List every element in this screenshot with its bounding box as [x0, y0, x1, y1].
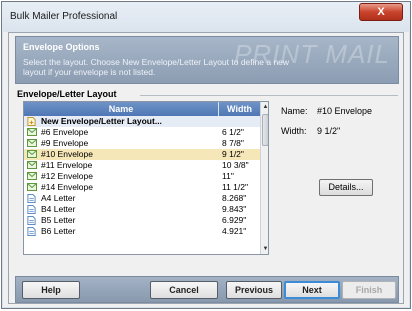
list-header: Name Width: [24, 102, 260, 116]
envelope-icon: [27, 161, 37, 169]
list-item-name: #12 Envelope: [41, 171, 93, 181]
list-item-name: New Envelope/Letter Layout...: [41, 116, 162, 126]
wizard-panel: Envelope Options Select the layout. Choo…: [8, 32, 404, 304]
list-item-width: 8.268": [222, 193, 247, 203]
scroll-up-icon[interactable]: ▲: [261, 102, 268, 112]
list-item[interactable]: New Envelope/Letter Layout...: [24, 116, 260, 127]
width-label: Width:: [281, 126, 307, 136]
previous-button[interactable]: Previous: [226, 281, 282, 299]
list-item-name: #9 Envelope: [41, 138, 89, 148]
new-layout-icon: [27, 117, 37, 126]
list-item-width: 9.843": [222, 204, 247, 214]
list-item-width: 6 1/2": [222, 127, 244, 137]
list-item[interactable]: #11 Envelope 10 3/8": [24, 160, 260, 171]
button-bar: Help Cancel Previous Next Finish: [15, 276, 399, 303]
close-button[interactable]: X: [359, 3, 403, 21]
dialog-window: Bulk Mailer Professional X Envelope Opti…: [1, 1, 411, 309]
list-item-width: 8 7/8": [222, 138, 244, 148]
list-item[interactable]: #10 Envelope 9 1/2": [24, 149, 260, 160]
help-button[interactable]: Help: [22, 281, 80, 299]
envelope-icon: [27, 183, 37, 191]
width-value: 9 1/2": [317, 126, 341, 136]
next-button[interactable]: Next: [284, 281, 340, 299]
list-item-width: 11 1/2": [222, 182, 249, 192]
list-item-name: A4 Letter: [41, 193, 76, 203]
list-item[interactable]: B5 Letter 6.929": [24, 215, 260, 226]
list-item-name: #6 Envelope: [41, 127, 89, 137]
list-item-name: B5 Letter: [41, 215, 76, 225]
letter-icon: [27, 194, 37, 203]
group-label: Envelope/Letter Layout: [17, 89, 117, 99]
brand-watermark: PRINT MAIL: [234, 39, 390, 69]
list-item[interactable]: B4 Letter 9.843": [24, 204, 260, 215]
list-item-name: #11 Envelope: [41, 160, 93, 170]
title-bar: Bulk Mailer Professional X: [2, 2, 410, 32]
letter-icon: [27, 216, 37, 225]
list-item-name: #14 Envelope: [41, 182, 93, 192]
details-button[interactable]: Details...: [319, 179, 373, 196]
column-header-name[interactable]: Name: [24, 102, 219, 116]
envelope-icon: [27, 139, 37, 147]
wizard-header: Envelope Options Select the layout. Choo…: [15, 36, 399, 84]
column-header-width[interactable]: Width: [219, 102, 260, 116]
finish-button[interactable]: Finish: [342, 281, 396, 299]
list-item[interactable]: #12 Envelope 11": [24, 171, 260, 182]
letter-icon: [27, 227, 37, 236]
list-item-name: B4 Letter: [41, 204, 76, 214]
group-divider: [140, 95, 398, 96]
close-icon: X: [377, 6, 385, 18]
envelope-icon: [27, 172, 37, 180]
cancel-button[interactable]: Cancel: [150, 281, 218, 299]
scroll-down-icon[interactable]: ▼: [261, 244, 268, 254]
list-item-width: 6.929": [222, 215, 247, 225]
name-label: Name:: [281, 106, 308, 116]
layout-list[interactable]: Name Width New Envelope/Letter Layout...…: [23, 101, 269, 255]
list-rows: New Envelope/Letter Layout... #6 Envelope…: [24, 116, 260, 237]
list-item[interactable]: #6 Envelope 6 1/2": [24, 127, 260, 138]
list-item[interactable]: A4 Letter 8.268": [24, 193, 260, 204]
list-item-width: 4.921": [222, 226, 247, 236]
list-item[interactable]: #9 Envelope 8 7/8": [24, 138, 260, 149]
list-item-width: 11": [222, 171, 234, 181]
list-item[interactable]: B6 Letter 4.921": [24, 226, 260, 237]
envelope-icon: [27, 150, 37, 158]
list-item-name: #10 Envelope: [41, 149, 93, 159]
name-value: #10 Envelope: [317, 106, 373, 116]
list-item-width: 9 1/2": [222, 149, 244, 159]
list-scrollbar[interactable]: ▲ ▼: [260, 102, 268, 254]
window-title: Bulk Mailer Professional: [10, 11, 118, 22]
scroll-thumb[interactable]: [262, 114, 268, 146]
envelope-icon: [27, 128, 37, 136]
letter-icon: [27, 205, 37, 214]
header-title: Envelope Options: [23, 42, 100, 52]
list-item[interactable]: #14 Envelope 11 1/2": [24, 182, 260, 193]
list-item-name: B6 Letter: [41, 226, 76, 236]
list-item-width: 10 3/8": [222, 160, 249, 170]
